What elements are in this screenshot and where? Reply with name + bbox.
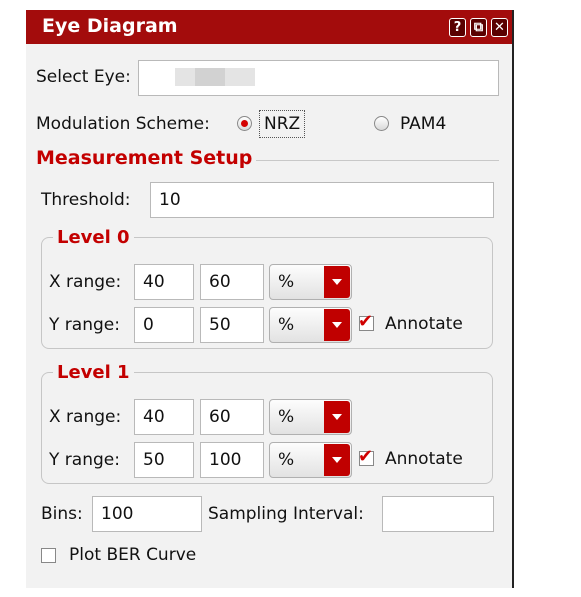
pam4-radio[interactable] <box>374 116 389 131</box>
chevron-down-icon[interactable] <box>324 401 350 433</box>
threshold-input[interactable]: 10 <box>150 182 494 218</box>
level-1-annotate-checkbox[interactable]: ✔ <box>358 446 374 467</box>
restore-icon[interactable]: ⧉ <box>470 18 487 37</box>
level-1-x-range-label: X range: <box>49 407 122 427</box>
level-1-x-max-input[interactable]: 60 <box>200 399 264 435</box>
eye-diagram-window: Eye Diagram ? ⧉ ✕ Select Eye: Modulation… <box>26 10 514 588</box>
nrz-label[interactable]: NRZ <box>259 110 306 138</box>
sampling-interval-label: Sampling Interval: <box>208 504 364 524</box>
chevron-down-icon[interactable] <box>324 444 350 476</box>
measurement-setup-heading: Measurement Setup <box>36 147 257 169</box>
level-1-title: Level 1 <box>53 362 134 383</box>
plot-ber-checkbox[interactable] <box>41 548 56 563</box>
level-0-y-unit-value: % <box>278 315 295 335</box>
chevron-down-icon[interactable] <box>324 266 350 298</box>
level-0-x-range-label: X range: <box>49 272 122 292</box>
modulation-label: Modulation Scheme: <box>36 114 210 134</box>
level-0-x-min-input[interactable]: 40 <box>134 264 194 300</box>
level-0-x-max-input[interactable]: 60 <box>200 264 264 300</box>
level-0-x-unit-value: % <box>278 272 295 292</box>
level-0-title: Level 0 <box>53 227 134 248</box>
bins-label: Bins: <box>41 504 83 524</box>
level-1-y-min-input[interactable]: 50 <box>134 442 194 478</box>
sampling-interval-input[interactable] <box>382 496 494 532</box>
radio-selected-dot <box>241 120 248 127</box>
select-eye-label: Select Eye: <box>36 67 131 87</box>
level-1-x-unit-select[interactable]: % <box>269 399 352 435</box>
checkmark-icon: ✔ <box>358 446 374 467</box>
level-0-annotate-checkbox[interactable]: ✔ <box>358 311 374 332</box>
level-0-y-range-label: Y range: <box>49 315 120 335</box>
level-1-x-min-input[interactable]: 40 <box>134 399 194 435</box>
level-0-annotate-label: Annotate <box>385 314 463 334</box>
level-1-annotate-label: Annotate <box>385 449 463 469</box>
level-1-y-max-input[interactable]: 100 <box>200 442 264 478</box>
help-icon[interactable]: ? <box>449 18 466 37</box>
level-1-y-unit-value: % <box>278 450 295 470</box>
level-1-y-range-label: Y range: <box>49 450 120 470</box>
threshold-label: Threshold: <box>41 190 131 210</box>
nrz-radio[interactable] <box>237 116 252 131</box>
bins-input[interactable]: 100 <box>92 496 202 532</box>
select-eye-value-redacted-inner <box>195 68 225 86</box>
checkmark-icon: ✔ <box>358 311 374 332</box>
pam4-label[interactable]: PAM4 <box>400 114 446 134</box>
select-eye-field[interactable] <box>138 60 499 96</box>
title-bar[interactable]: Eye Diagram ? ⧉ ✕ <box>26 10 512 44</box>
close-icon[interactable]: ✕ <box>491 18 508 37</box>
level-0-y-unit-select[interactable]: % <box>269 307 352 343</box>
level-1-x-unit-value: % <box>278 407 295 427</box>
chevron-down-icon[interactable] <box>324 309 350 341</box>
window-title: Eye Diagram <box>42 15 178 37</box>
level-0-x-unit-select[interactable]: % <box>269 264 352 300</box>
level-0-y-min-input[interactable]: 0 <box>134 307 194 343</box>
level-1-y-unit-select[interactable]: % <box>269 442 352 478</box>
level-0-y-max-input[interactable]: 50 <box>200 307 264 343</box>
plot-ber-label: Plot BER Curve <box>69 545 197 565</box>
